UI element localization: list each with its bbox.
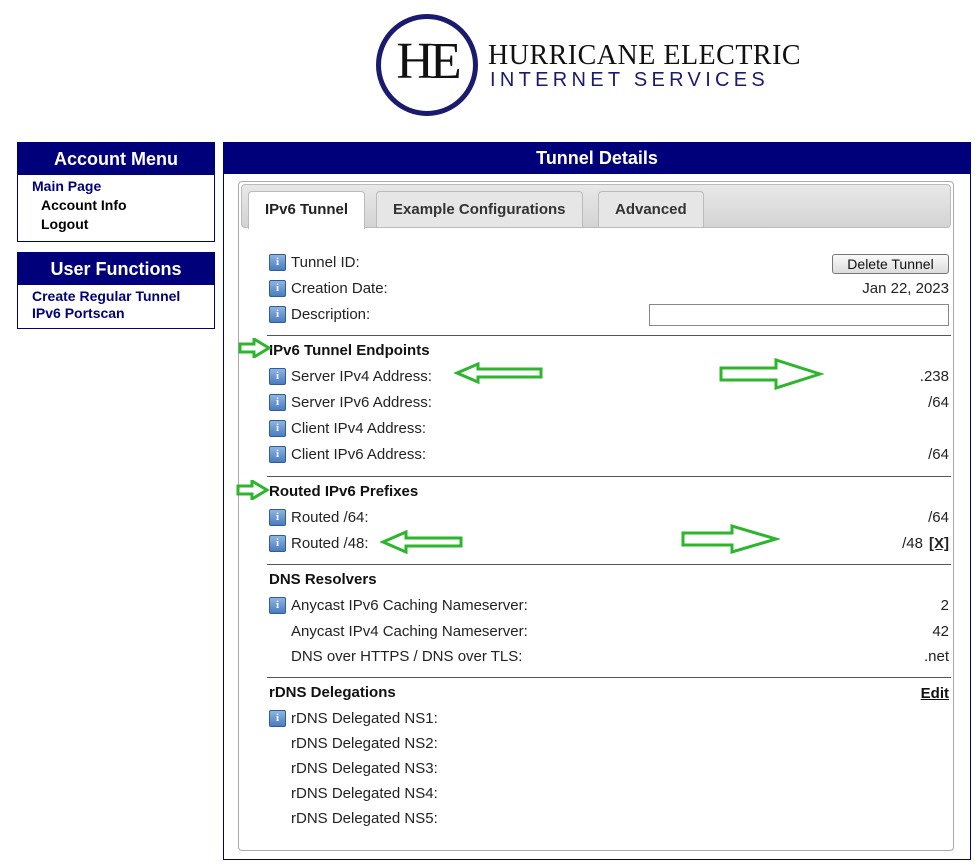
- annotation-arrow-right: [681, 524, 780, 554]
- endpoints-heading: IPv6 Tunnel Endpoints: [269, 342, 430, 359]
- account-menu: Account Menu Main Page Account Info Logo…: [17, 142, 215, 242]
- anycast-v4-label: Anycast IPv4 Caching Nameserver:: [291, 623, 528, 640]
- logo-subtitle: INTERNET SERVICES: [490, 69, 770, 91]
- description-label: Description:: [291, 306, 371, 323]
- divider: [267, 677, 951, 678]
- doh-row: DNS over HTTPS / DNS over TLS:: [291, 648, 522, 665]
- user-functions-title: User Functions: [18, 253, 214, 285]
- logo-title: HURRICANE ELECTRIC: [488, 40, 802, 71]
- rdns-ns2-label: rDNS Delegated NS2:: [291, 735, 438, 752]
- creation-date-value: Jan 22, 2023: [862, 280, 949, 297]
- info-icon[interactable]: i: [269, 254, 286, 271]
- remove-routed48-link[interactable]: [X]: [929, 535, 949, 552]
- divider: [267, 335, 951, 336]
- rdns-ns4-label: rDNS Delegated NS4:: [291, 785, 438, 802]
- tab-ipv6-tunnel[interactable]: IPv6 Tunnel: [248, 191, 366, 229]
- doh-label: DNS over HTTPS / DNS over TLS:: [291, 648, 523, 665]
- anycast-v6-value: 2: [940, 597, 949, 614]
- menu-item-account-info[interactable]: Account Info: [32, 196, 214, 215]
- info-icon[interactable]: i: [269, 509, 286, 526]
- panel-title: Tunnel Details: [224, 143, 970, 174]
- client-ipv4-row: i Client IPv4 Address:: [269, 420, 426, 437]
- info-icon[interactable]: i: [269, 368, 286, 385]
- rdns-ns1-label: rDNS Delegated NS1:: [291, 710, 438, 727]
- routed64-value: /64: [928, 509, 949, 526]
- prefixes-heading: Routed IPv6 Prefixes: [269, 483, 419, 500]
- menu-item-logout[interactable]: Logout: [32, 215, 214, 234]
- client-ipv6-value: /64: [928, 446, 949, 463]
- routed64-row: i Routed /64:: [269, 509, 369, 526]
- divider: [267, 476, 951, 477]
- description-row: i Description:: [269, 306, 370, 323]
- user-functions-menu: User Functions Create Regular Tunnel IPv…: [17, 252, 215, 329]
- he-logo: HE HURRICANE ELECTRIC INTERNET SERVICES: [376, 14, 826, 116]
- info-icon[interactable]: i: [269, 597, 286, 614]
- menu-item-main-page[interactable]: Main Page: [32, 177, 214, 196]
- routed48-value-group: /48 [X]: [902, 535, 949, 552]
- info-icon[interactable]: i: [269, 446, 286, 463]
- server-ipv4-label: Server IPv4 Address:: [291, 368, 432, 385]
- rdns-heading: rDNS Delegations: [269, 684, 396, 701]
- annotation-arrow-right: [236, 480, 270, 500]
- rdns-ns2-row: rDNS Delegated NS2:: [291, 735, 438, 752]
- tab-example-configurations[interactable]: Example Configurations: [376, 191, 583, 227]
- routed48-value: /48: [902, 535, 923, 552]
- rdns-ns3-row: rDNS Delegated NS3:: [291, 760, 438, 777]
- tunnel-id-label: Tunnel ID:: [291, 254, 360, 271]
- server-ipv6-row: i Server IPv6 Address:: [269, 394, 432, 411]
- description-input[interactable]: [649, 304, 949, 326]
- routed64-label: Routed /64:: [291, 509, 369, 526]
- menu-item-ipv6-portscan[interactable]: IPv6 Portscan: [32, 305, 214, 322]
- logo-monogram: HE: [396, 33, 461, 90]
- annotation-arrow-right: [719, 358, 824, 390]
- tab-container: IPv6 Tunnel Example Configurations Advan…: [238, 181, 954, 851]
- tab-bar: IPv6 Tunnel Example Configurations Advan…: [241, 184, 951, 229]
- anycast-v4-row: Anycast IPv4 Caching Nameserver:: [291, 623, 528, 640]
- routed48-label: Routed /48:: [291, 535, 369, 552]
- server-ipv4-row: i Server IPv4 Address:: [269, 368, 432, 385]
- rdns-ns1-row: i rDNS Delegated NS1:: [269, 710, 438, 727]
- rdns-edit-link[interactable]: Edit: [921, 685, 949, 702]
- info-icon[interactable]: i: [269, 535, 286, 552]
- routed48-row: i Routed /48:: [269, 535, 369, 552]
- anycast-v4-value: 42: [932, 623, 949, 640]
- anycast-v6-row: i Anycast IPv6 Caching Nameserver:: [269, 597, 528, 614]
- client-ipv4-label: Client IPv4 Address:: [291, 420, 427, 437]
- client-ipv6-row: i Client IPv6 Address:: [269, 446, 426, 463]
- menu-item-create-tunnel[interactable]: Create Regular Tunnel: [32, 288, 214, 305]
- server-ipv6-label: Server IPv6 Address:: [291, 394, 432, 411]
- info-icon[interactable]: i: [269, 306, 286, 323]
- info-icon[interactable]: i: [269, 280, 286, 297]
- annotation-arrow-left: [454, 362, 543, 384]
- tunnel-id-row: i Tunnel ID:: [269, 254, 360, 271]
- annotation-arrow-right: [238, 338, 272, 358]
- info-icon[interactable]: i: [269, 420, 286, 437]
- tunnel-details-panel: Tunnel Details IPv6 Tunnel Example Confi…: [223, 142, 971, 860]
- tab-advanced[interactable]: Advanced: [598, 191, 704, 227]
- anycast-v6-label: Anycast IPv6 Caching Nameserver:: [291, 597, 528, 614]
- server-ipv6-value: /64: [928, 394, 949, 411]
- rdns-ns5-row: rDNS Delegated NS5:: [291, 810, 438, 827]
- rdns-ns3-label: rDNS Delegated NS3:: [291, 760, 438, 777]
- account-menu-title: Account Menu: [18, 143, 214, 175]
- info-icon[interactable]: i: [269, 394, 286, 411]
- rdns-ns4-row: rDNS Delegated NS4:: [291, 785, 438, 802]
- divider: [267, 564, 951, 565]
- client-ipv6-label: Client IPv6 Address:: [291, 446, 427, 463]
- server-ipv4-value: .238: [919, 368, 949, 385]
- doh-value: .net: [923, 648, 949, 665]
- creation-date-row: i Creation Date:: [269, 280, 388, 297]
- annotation-arrow-left: [380, 530, 463, 554]
- info-icon[interactable]: i: [269, 710, 286, 727]
- dns-heading: DNS Resolvers: [269, 571, 377, 588]
- rdns-ns5-label: rDNS Delegated NS5:: [291, 810, 438, 827]
- creation-date-label: Creation Date:: [291, 280, 388, 297]
- delete-tunnel-button[interactable]: Delete Tunnel: [832, 254, 949, 274]
